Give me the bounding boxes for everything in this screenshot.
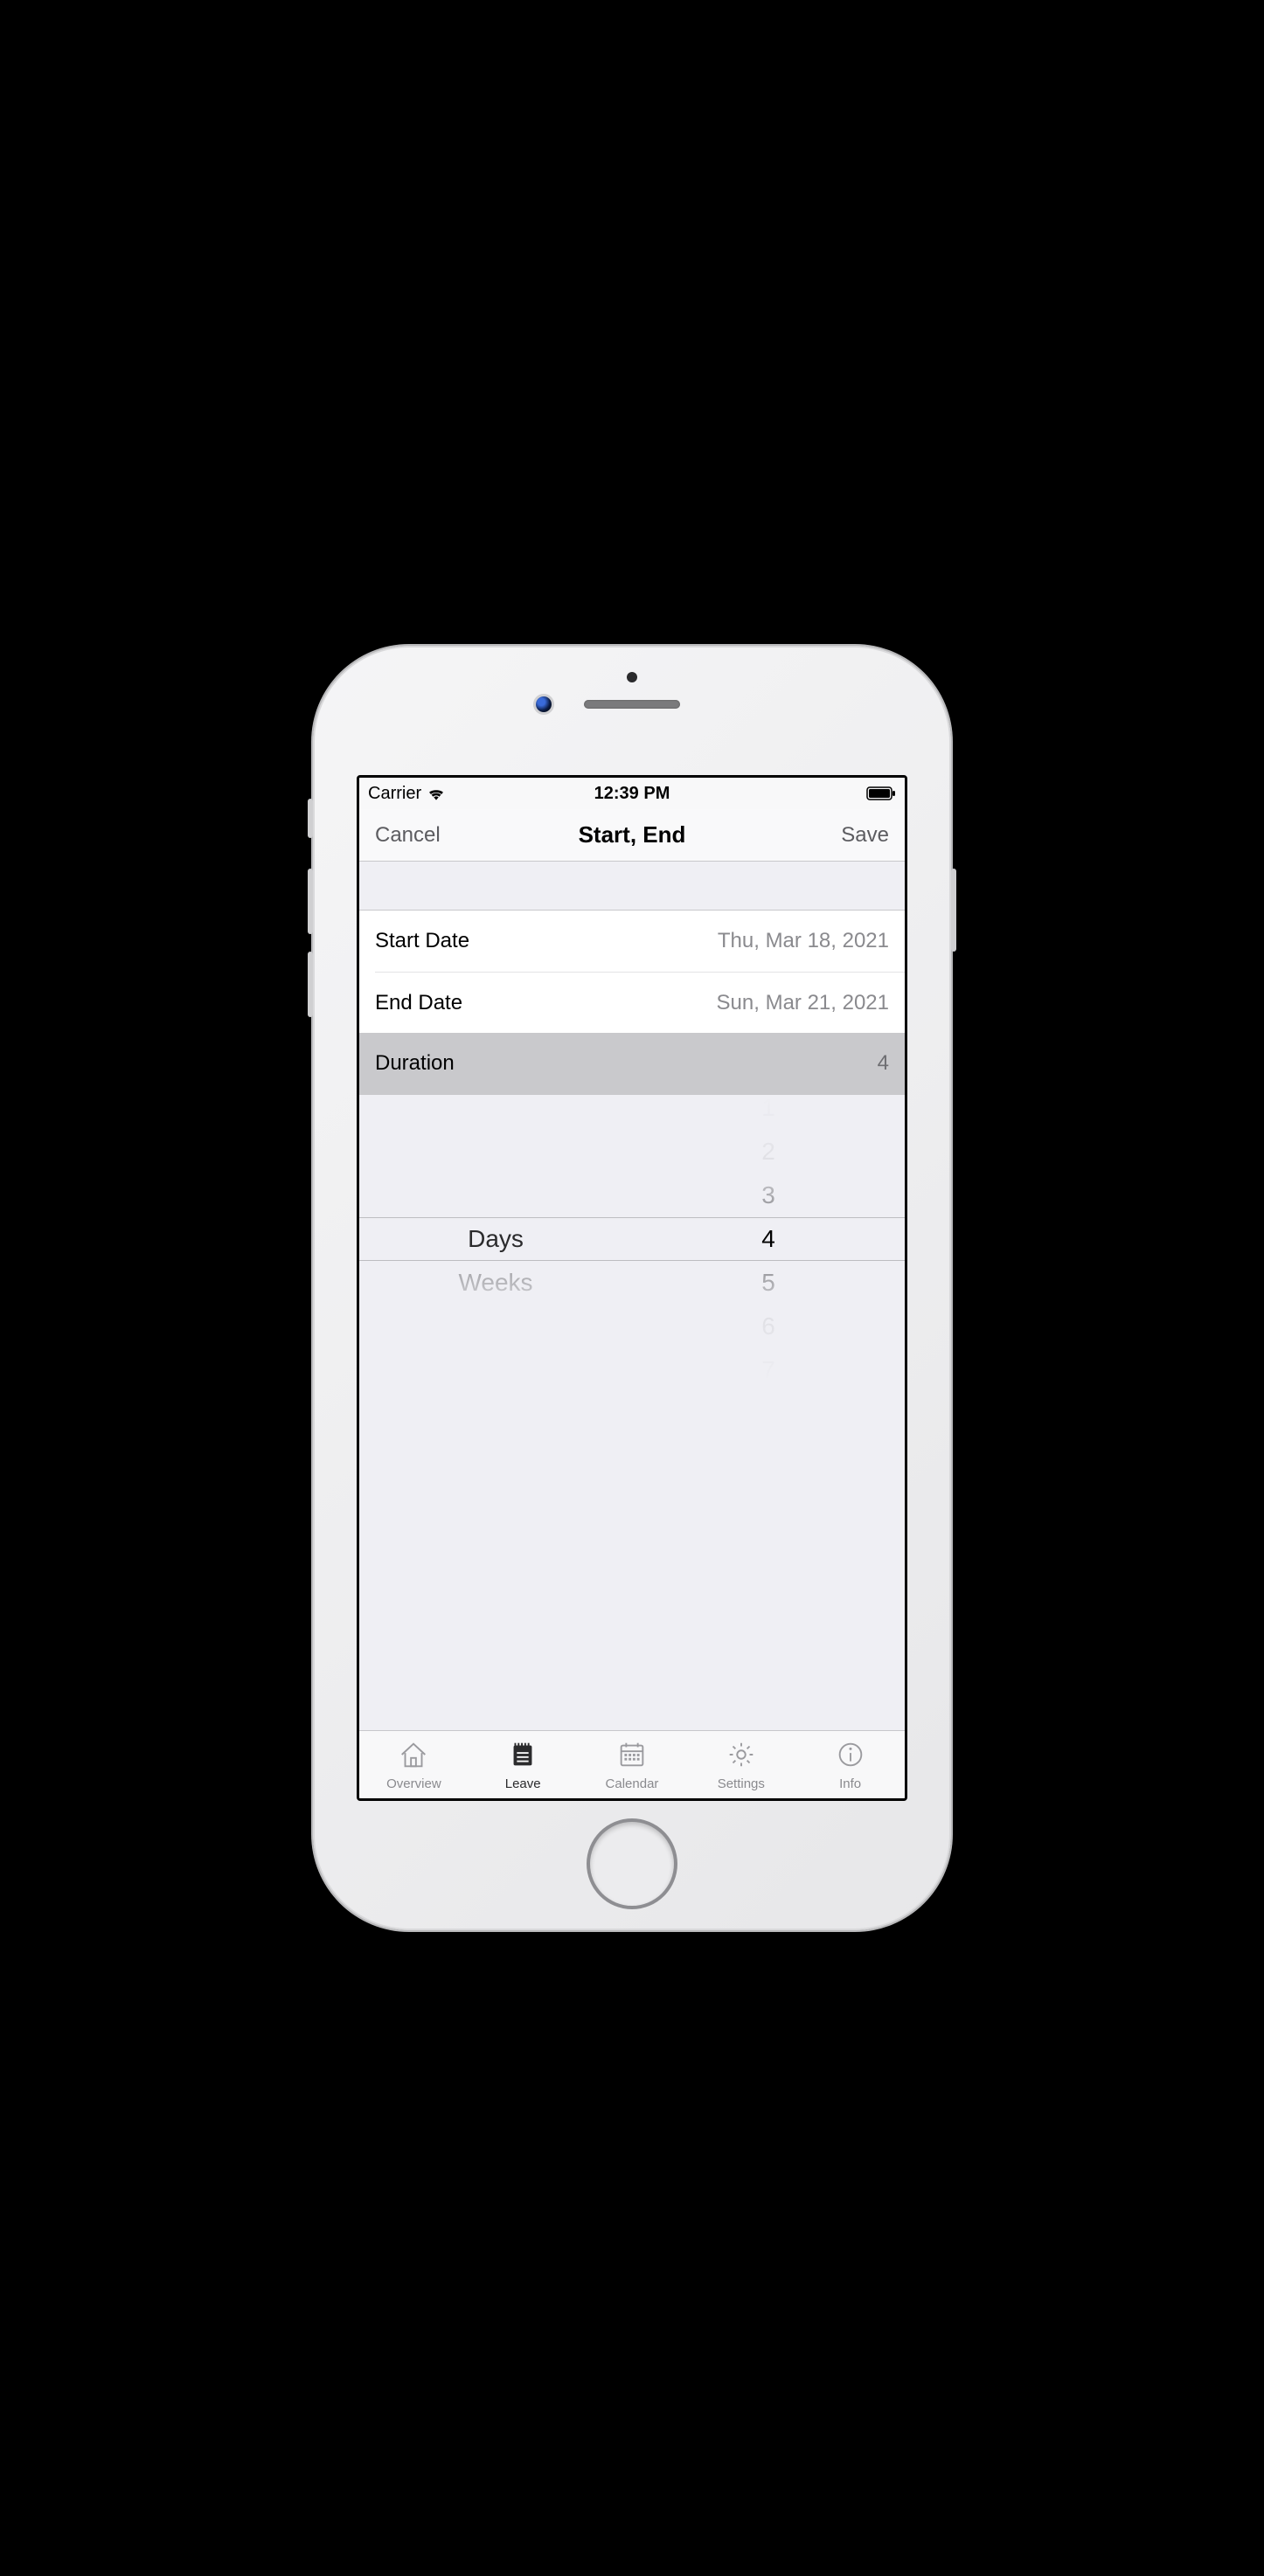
- side-button: [308, 799, 313, 838]
- tab-label: Info: [839, 1776, 861, 1791]
- tab-info[interactable]: Info: [795, 1731, 905, 1798]
- screen: Carrier 12:39 PM Cancel Start, End Save …: [357, 775, 907, 1801]
- start-date-value: Thu, Mar 18, 2021: [718, 929, 889, 953]
- device-frame: Carrier 12:39 PM Cancel Start, End Save …: [313, 646, 951, 1930]
- start-date-label: Start Date: [375, 929, 469, 953]
- info-icon: [834, 1738, 867, 1775]
- date-list: Start Date Thu, Mar 18, 2021 End Date Su…: [359, 910, 905, 1033]
- tab-settings[interactable]: Settings: [686, 1731, 795, 1798]
- tab-calendar[interactable]: Calendar: [578, 1731, 687, 1798]
- picker-number-option[interactable]: 7: [632, 1348, 905, 1383]
- duration-picker[interactable]: Days Weeks 1234567: [359, 1095, 905, 1383]
- tab-label: Overview: [386, 1776, 441, 1791]
- carrier-label: Carrier: [368, 784, 421, 804]
- picker-unit-column[interactable]: Days Weeks: [359, 1095, 632, 1383]
- front-camera: [536, 696, 552, 712]
- gear-icon: [725, 1738, 758, 1775]
- tab-bar: Overview Leave Calendar Settings: [359, 1730, 905, 1798]
- side-button: [308, 869, 313, 934]
- tab-label: Leave: [505, 1776, 541, 1791]
- tab-overview[interactable]: Overview: [359, 1731, 469, 1798]
- notepad-icon: [506, 1738, 539, 1775]
- duration-value: 4: [878, 1051, 889, 1076]
- picker-number-option[interactable]: 2: [632, 1130, 905, 1174]
- tab-label: Settings: [718, 1776, 765, 1791]
- cancel-button[interactable]: Cancel: [375, 823, 441, 848]
- status-bar: Carrier 12:39 PM: [359, 778, 905, 809]
- duration-label: Duration: [375, 1051, 455, 1076]
- duration-row[interactable]: Duration 4: [359, 1033, 905, 1094]
- side-button: [951, 869, 956, 952]
- picker-number-option[interactable]: 5: [632, 1261, 905, 1305]
- tab-leave[interactable]: Leave: [469, 1731, 578, 1798]
- home-button[interactable]: [590, 1822, 674, 1906]
- calendar-icon: [615, 1738, 649, 1775]
- end-date-label: End Date: [375, 991, 462, 1015]
- duration-list: Duration 4: [359, 1033, 905, 1095]
- page-title: Start, End: [359, 821, 905, 848]
- proximity-sensor: [627, 672, 637, 682]
- picker-number-option[interactable]: 6: [632, 1305, 905, 1348]
- picker-number-option[interactable]: 3: [632, 1174, 905, 1217]
- side-button: [308, 952, 313, 1017]
- battery-icon: [866, 786, 896, 800]
- section-header-spacer: [359, 862, 905, 910]
- picker-number-option[interactable]: 4: [632, 1217, 905, 1261]
- earpiece-speaker: [584, 700, 680, 709]
- picker-unit-option[interactable]: Weeks: [359, 1261, 632, 1305]
- end-date-value: Sun, Mar 21, 2021: [717, 991, 889, 1015]
- save-button[interactable]: Save: [841, 823, 889, 848]
- tab-label: Calendar: [606, 1776, 659, 1791]
- wifi-icon: [427, 786, 446, 801]
- picker-number-column[interactable]: 1234567: [632, 1095, 905, 1383]
- picker-number-option[interactable]: 1: [632, 1095, 905, 1130]
- end-date-row[interactable]: End Date Sun, Mar 21, 2021: [375, 972, 905, 1033]
- home-icon: [397, 1738, 430, 1775]
- nav-header: Cancel Start, End Save: [359, 809, 905, 862]
- start-date-row[interactable]: Start Date Thu, Mar 18, 2021: [359, 911, 905, 972]
- picker-unit-option[interactable]: Days: [359, 1217, 632, 1261]
